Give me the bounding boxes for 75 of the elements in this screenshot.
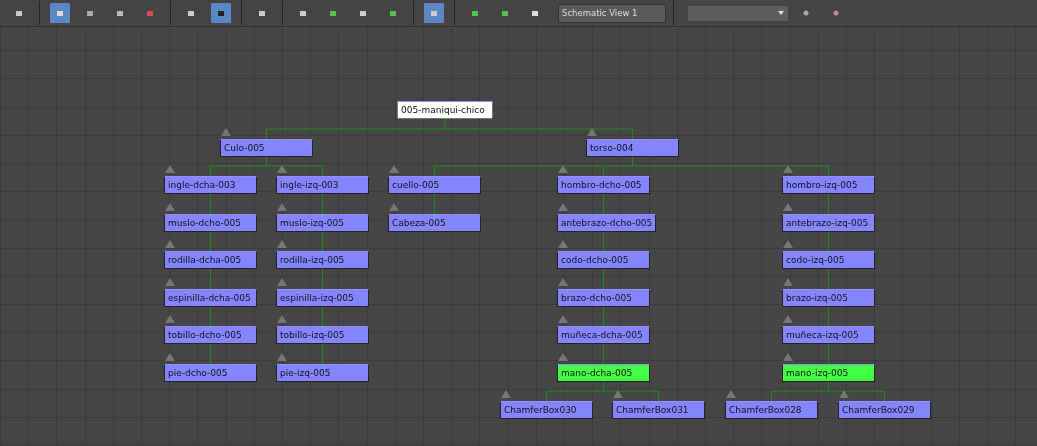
tool-icon: [57, 10, 63, 16]
schematic-node[interactable]: espinilla-izq-005: [276, 289, 369, 307]
schematic-node[interactable]: torso-004: [586, 139, 679, 157]
schematic-node[interactable]: ChamferBox028: [725, 401, 818, 419]
tool-icon: [833, 10, 839, 16]
tool-icon: [117, 10, 123, 16]
connector-line: [210, 306, 211, 327]
tool-icon: [188, 10, 194, 16]
schematic-node[interactable]: hombro-izq-005: [782, 176, 875, 194]
schematic-node[interactable]: mano-dcha-005: [557, 364, 650, 382]
schematic-node[interactable]: hombro-dcho-005: [557, 176, 650, 194]
tool-icon: [532, 10, 538, 16]
connector-line: [603, 231, 604, 252]
tool-icon: [147, 10, 153, 16]
tool-icon: [431, 10, 437, 16]
schematic-node[interactable]: ChamferBox030: [500, 401, 593, 419]
view-name-field[interactable]: Schematic View 1: [558, 3, 666, 23]
tool-icon: [360, 10, 366, 16]
schematic-node[interactable]: codo-dcho-005: [557, 251, 650, 269]
schematic-node[interactable]: tobillo-izq-005: [276, 326, 369, 344]
schematic-node[interactable]: tobillo-dcho-005: [164, 326, 257, 344]
toolbar-button[interactable]: [211, 3, 231, 23]
tool-icon: [16, 10, 22, 16]
schematic-node[interactable]: Cabeza-005: [388, 214, 481, 232]
tool-icon: [803, 10, 809, 16]
connector-line: [322, 306, 323, 327]
schematic-node[interactable]: rodilla-dcha-005: [164, 251, 257, 269]
schematic-node[interactable]: muñeca-dcha-005: [557, 326, 650, 344]
schematic-node[interactable]: brazo-dcho-005: [557, 289, 650, 307]
schematic-node[interactable]: Culo-005: [220, 139, 313, 157]
schematic-node[interactable]: muslo-dcho-005: [164, 214, 257, 232]
schematic-node[interactable]: muslo-izq-005: [276, 214, 369, 232]
schematic-node[interactable]: pie-dcho-005: [164, 364, 257, 382]
schematic-node[interactable]: cuello-005: [388, 176, 481, 194]
tool-icon: [87, 10, 93, 16]
schematic-node[interactable]: muñeca-izq-005: [782, 326, 875, 344]
connector-line: [828, 193, 829, 215]
tool-icon: [502, 10, 508, 16]
schematic-node[interactable]: 005-maniqui-chico: [397, 101, 493, 119]
schematic-node[interactable]: antebrazo-izq-005: [782, 214, 875, 232]
connector-line: [434, 193, 435, 215]
schematic-node[interactable]: espinilla-dcha-005: [164, 289, 257, 307]
schematic-node[interactable]: ChamferBox031: [612, 401, 705, 419]
connector-line: [210, 268, 211, 290]
connector-line: [828, 343, 829, 365]
connector-line: [603, 343, 604, 365]
connector-line: [828, 231, 829, 252]
tool-icon: [300, 10, 306, 16]
schematic-node[interactable]: antebrazo-dcho-005: [557, 214, 657, 232]
tool-icon: [218, 10, 224, 16]
connector-line: [210, 193, 211, 215]
schematic-node[interactable]: ingle-izq-003: [276, 176, 369, 194]
tool-icon: [390, 10, 396, 16]
schematic-node[interactable]: brazo-izq-005: [782, 289, 875, 307]
schematic-node[interactable]: codo-izq-005: [782, 251, 875, 269]
schematic-node[interactable]: mano-izq-005: [782, 364, 875, 382]
tool-icon: [472, 10, 478, 16]
connector-line: [322, 343, 323, 365]
caret-icon: [778, 11, 784, 15]
schematic-node[interactable]: ChamferBox029: [838, 401, 931, 419]
schematic-node[interactable]: pie-izq-005: [276, 364, 369, 382]
connector-line: [322, 268, 323, 290]
connector-line: [322, 231, 323, 252]
connector-line: [210, 231, 211, 252]
tool-icon: [259, 10, 265, 16]
connector-line: [603, 306, 604, 327]
schematic-node[interactable]: rodilla-izq-005: [276, 251, 369, 269]
connector-line: [828, 268, 829, 290]
connector-line: [210, 343, 211, 365]
schematic-node[interactable]: ingle-dcha-003: [164, 176, 257, 194]
tool-icon: [330, 10, 336, 16]
connector-line: [603, 193, 604, 215]
connector-line: [828, 306, 829, 327]
connector-line: [322, 193, 323, 215]
connector-line: [603, 268, 604, 290]
